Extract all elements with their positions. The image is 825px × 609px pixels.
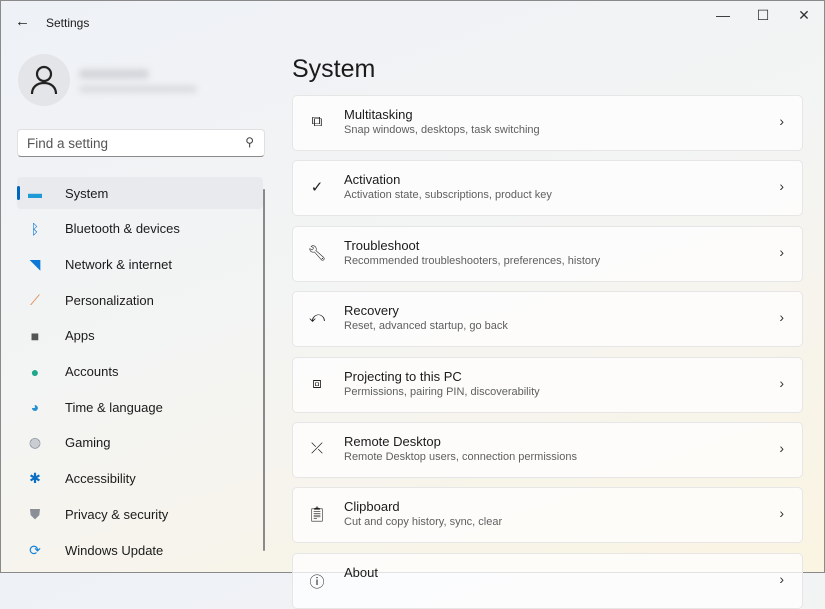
card-subtitle: Snap windows, desktops, task switching [344, 124, 540, 136]
clipboard-icon: 📋︎ [307, 506, 327, 524]
avatar[interactable] [18, 54, 70, 106]
apps-icon: ■ [30, 327, 40, 344]
chevron-right-icon: › [779, 309, 784, 326]
card-subtitle: Activation state, subscriptions, product… [344, 189, 552, 202]
multitasking-icon: ⧉ [311, 113, 323, 130]
sidebar-item-label: Time & language [65, 399, 163, 415]
chevron-right-icon: › [779, 374, 784, 391]
recovery-icon: ⤺ [308, 309, 326, 327]
sidebar-item-gaming[interactable]: ◍ Gaming [17, 427, 263, 459]
window-title: Settings [46, 16, 90, 30]
clock-globe-icon: ◕ [30, 399, 40, 416]
sidebar-item-privacy-security[interactable]: ⛊ Privacy & security [17, 498, 263, 530]
card-remote-desktop[interactable]: ⤫ Remote Desktop Remote Desktop users, con… [292, 422, 803, 478]
sidebar-scrollbar[interactable] [263, 189, 265, 551]
sidebar-item-label: Privacy & security [65, 506, 169, 522]
card-multitasking[interactable]: ⧉ Multitasking Snap windows, desktops, tas… [292, 95, 803, 151]
card-activation[interactable]: ✓ Activation Activation state, subscriptio… [292, 160, 803, 217]
sidebar-item-accessibility[interactable]: ✱ Accessibility [17, 463, 263, 495]
chevron-right-icon: › [779, 505, 784, 522]
page-title: System [292, 55, 376, 83]
wifi-icon: ◥ [29, 255, 41, 272]
card-title: Remote Desktop [344, 434, 441, 449]
gamepad-icon: ◍ [28, 434, 42, 451]
sidebar-item-label: Gaming [65, 435, 111, 451]
sidebar-item-label: Apps [65, 328, 95, 344]
card-title: Multitasking [344, 107, 413, 122]
card-title: Projecting to this PC [344, 368, 462, 384]
card-title: Troubleshoot [344, 237, 420, 253]
back-button[interactable]: ← [15, 13, 30, 30]
monitor-icon: ▬ [28, 185, 42, 201]
info-icon: ⓘ [309, 573, 325, 591]
close-button[interactable]: ✕ [794, 7, 814, 25]
account-name-blurred [79, 69, 149, 79]
chevron-right-icon: › [779, 440, 784, 456]
wrench-icon: 🔧︎ [307, 244, 327, 262]
card-subtitle: Remote Desktop users, connection permiss… [344, 451, 577, 463]
card-subtitle: Recommended troubleshooters, preferences… [344, 254, 601, 267]
sidebar-item-label: Personalization [65, 292, 154, 308]
card-clipboard[interactable]: 📋︎ Clipboard Cut and copy history, sync, c… [292, 487, 803, 544]
sidebar-item-label: Accounts [65, 364, 119, 379]
card-subtitle: Permissions, pairing PIN, discoverabilit… [344, 385, 540, 398]
update-icon: ⟳ [29, 541, 41, 558]
brush-icon: ⟋ [30, 291, 40, 308]
sidebar-item-apps[interactable]: ■ Apps [17, 320, 263, 352]
check-circle-icon: ✓ [310, 179, 324, 197]
card-projecting-to-this-pc[interactable]: ⧈ Projecting to this PC Permissions, pairi… [292, 356, 803, 413]
sidebar-item-time-language[interactable]: ◕ Time & language [17, 391, 263, 423]
selection-indicator [17, 186, 20, 200]
sidebar-item-label: Accessibility [65, 471, 136, 487]
bluetooth-icon: ᛒ [30, 220, 40, 237]
minimize-button[interactable]: — [713, 7, 733, 25]
sidebar-item-windows-update[interactable]: ⟳ Windows Update [17, 534, 263, 566]
sidebar-item-accounts[interactable]: ● Accounts [17, 356, 263, 388]
sidebar-item-personalization[interactable]: ⟋ Personalization [17, 284, 263, 316]
projecting-icon: ⧈ [312, 374, 322, 392]
sidebar-item-label: Bluetooth & devices [65, 221, 180, 237]
card-troubleshoot[interactable]: 🔧︎ Troubleshoot Recommended troubleshooter… [292, 225, 803, 282]
search-input[interactable]: Find a setting ⚲ [17, 129, 265, 157]
search-placeholder: Find a setting [27, 136, 109, 151]
sidebar-item-label: Network & internet [65, 256, 172, 272]
card-title: Activation [344, 172, 401, 188]
sidebar-item-label: System [65, 185, 109, 201]
accessibility-icon: ✱ [29, 470, 41, 487]
card-subtitle: Reset, advanced startup, go back [344, 320, 508, 333]
sidebar-item-system[interactable]: ▬ System [17, 177, 263, 209]
account-email-blurred [79, 85, 197, 93]
search-icon: ⚲ [245, 135, 254, 149]
card-title: Clipboard [344, 499, 400, 515]
chevron-right-icon: › [779, 570, 784, 587]
chevron-right-icon: › [779, 113, 784, 129]
shield-icon: ⛊ [29, 505, 41, 522]
sidebar-item-label: Windows Update [65, 542, 164, 558]
card-subtitle: Cut and copy history, sync, clear [344, 516, 503, 529]
card-title: Recovery [344, 303, 399, 319]
person-icon [30, 65, 58, 95]
card-recovery[interactable]: ⤺ Recovery Reset, advanced startup, go bac… [292, 291, 803, 348]
maximize-button[interactable]: ☐ [753, 7, 773, 25]
remote-desktop-icon: ⤫ [310, 440, 323, 457]
chevron-right-icon: › [779, 243, 784, 260]
sidebar-item-network-internet[interactable]: ◥ Network & internet [17, 248, 263, 280]
person-icon: ● [30, 363, 40, 380]
card-about[interactable]: ⓘ About › [292, 552, 803, 609]
chevron-right-icon: › [779, 178, 784, 195]
card-title: About [344, 564, 378, 580]
sidebar-item-bluetooth-devices[interactable]: ᛒ Bluetooth & devices [17, 213, 263, 245]
